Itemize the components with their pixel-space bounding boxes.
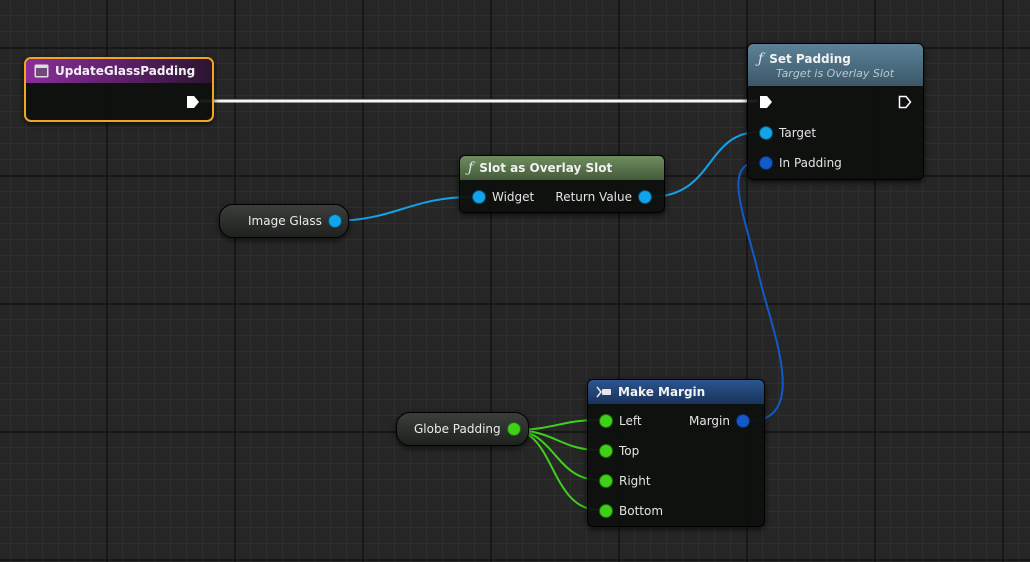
right-pin[interactable]: Right bbox=[600, 474, 651, 488]
function-node-slot-as-overlay-slot[interactable]: ƒ Slot as Overlay Slot Widget Return Val… bbox=[459, 155, 665, 213]
globe-padding-label: Globe Padding bbox=[414, 422, 501, 436]
slot-as-overlay-header: ƒ Slot as Overlay Slot bbox=[460, 156, 664, 180]
slot-as-overlay-title: Slot as Overlay Slot bbox=[479, 161, 613, 175]
right-pin-label: Right bbox=[619, 474, 651, 488]
function-f-icon: ƒ bbox=[758, 50, 764, 67]
make-margin-header: Make Margin bbox=[588, 380, 764, 404]
function-node-set-padding[interactable]: ƒ Set Padding Target is Overlay Slot Tar… bbox=[747, 43, 924, 180]
bottom-pin[interactable]: Bottom bbox=[600, 504, 663, 518]
target-pin-dot[interactable] bbox=[760, 127, 772, 139]
exec-out-pin[interactable] bbox=[898, 95, 912, 109]
make-margin-title: Make Margin bbox=[618, 385, 706, 399]
widget-pin-label: Widget bbox=[492, 190, 535, 204]
wire-return-value-to-target[interactable] bbox=[649, 131, 760, 198]
top-pin-label: Top bbox=[619, 444, 640, 458]
set-padding-title: Set Padding bbox=[769, 51, 851, 66]
variable-node-globe-padding[interactable]: Globe Padding bbox=[396, 412, 529, 446]
make-struct-icon bbox=[596, 385, 612, 399]
set-padding-subtitle: Target is Overlay Slot bbox=[776, 66, 895, 80]
in-padding-pin-label: In Padding bbox=[779, 156, 842, 170]
return-value-pin[interactable]: Return Value bbox=[555, 190, 651, 204]
bottom-pin-label: Bottom bbox=[619, 504, 664, 518]
in-padding-pin[interactable]: In Padding bbox=[760, 156, 842, 170]
wire-globe-to-bottom[interactable] bbox=[511, 429, 600, 511]
margin-pin-dot[interactable] bbox=[737, 415, 749, 427]
exec-arrow-icon bbox=[187, 96, 199, 108]
event-square-icon bbox=[34, 64, 49, 78]
target-pin[interactable]: Target bbox=[760, 126, 816, 140]
event-node-header: UpdateGlassPadding bbox=[26, 59, 212, 83]
exec-arrow-icon bbox=[760, 96, 772, 108]
widget-pin-dot[interactable] bbox=[473, 191, 485, 203]
left-pin-dot[interactable] bbox=[600, 415, 612, 427]
top-pin[interactable]: Top bbox=[600, 444, 639, 458]
globe-padding-pin-dot[interactable] bbox=[507, 423, 520, 435]
exec-out-pin[interactable] bbox=[186, 95, 200, 109]
right-pin-dot[interactable] bbox=[600, 475, 612, 487]
margin-pin[interactable]: Margin bbox=[689, 414, 749, 428]
image-glass-pin-dot[interactable] bbox=[328, 215, 341, 227]
event-node-title: UpdateGlassPadding bbox=[55, 64, 196, 78]
variable-node-image-glass[interactable]: Image Glass bbox=[219, 204, 349, 238]
exec-arrow-outline-icon bbox=[898, 95, 912, 109]
wire-image-glass-to-widget[interactable] bbox=[330, 196, 473, 222]
return-value-pin-label: Return Value bbox=[555, 190, 632, 204]
left-pin-label: Left bbox=[619, 414, 642, 428]
target-pin-label: Target bbox=[779, 126, 817, 140]
image-glass-label: Image Glass bbox=[248, 214, 322, 228]
blueprint-graph-canvas[interactable]: UpdateGlassPadding ƒ Set Padding Target … bbox=[0, 0, 1030, 562]
function-f-icon: ƒ bbox=[468, 160, 474, 176]
set-padding-header: ƒ Set Padding Target is Overlay Slot bbox=[748, 44, 923, 86]
return-value-pin-dot[interactable] bbox=[639, 191, 651, 203]
in-padding-pin-dot[interactable] bbox=[760, 157, 772, 169]
margin-pin-label: Margin bbox=[689, 414, 730, 428]
top-pin-dot[interactable] bbox=[600, 445, 612, 457]
event-node-update-glass-padding[interactable]: UpdateGlassPadding bbox=[24, 57, 214, 122]
exec-in-pin[interactable] bbox=[759, 95, 773, 109]
widget-pin[interactable]: Widget bbox=[473, 190, 534, 204]
left-pin[interactable]: Left bbox=[600, 414, 642, 428]
struct-node-make-margin[interactable]: Make Margin Left Top Right Bottom Margin bbox=[587, 379, 765, 527]
bottom-pin-dot[interactable] bbox=[600, 505, 612, 517]
